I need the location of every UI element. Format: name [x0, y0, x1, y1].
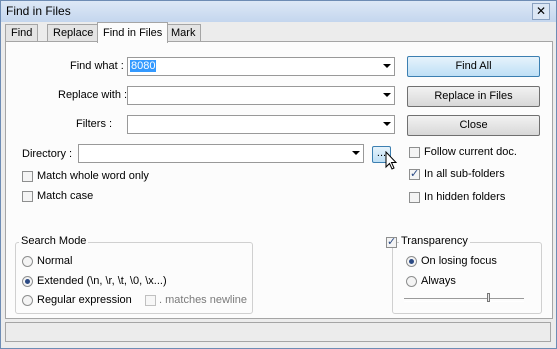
always-radio[interactable] — [406, 276, 417, 287]
transparency-slider-thumb[interactable] — [487, 293, 490, 302]
tab-find-in-files[interactable]: Find in Files — [97, 22, 169, 43]
directory-combo[interactable] — [78, 144, 364, 163]
tab-mark[interactable]: Mark — [165, 24, 202, 41]
mouse-cursor-icon — [385, 151, 398, 170]
find-what-combo[interactable]: 8080 — [127, 57, 395, 76]
in-hidden-folders-checkbox[interactable] — [409, 192, 420, 203]
transparency-slider[interactable] — [404, 298, 524, 302]
on-losing-focus-radio[interactable] — [406, 256, 417, 267]
tab-find[interactable]: Find — [5, 24, 39, 41]
chevron-down-icon[interactable] — [383, 93, 391, 97]
status-bar — [5, 322, 551, 342]
in-all-subfolders-label[interactable]: In all sub-folders — [424, 168, 505, 180]
in-all-subfolders-checkbox[interactable] — [409, 167, 420, 180]
tab-replace[interactable]: Replace — [47, 24, 100, 41]
find-what-label: Find what : — [70, 60, 124, 72]
matches-newline-label[interactable]: . matches newline — [159, 294, 247, 306]
directory-label: Directory : — [22, 148, 73, 160]
find-what-value: 8080 — [130, 60, 157, 72]
follow-current-doc-label[interactable]: Follow current doc. — [424, 146, 517, 158]
in-hidden-folders-label[interactable]: In hidden folders — [424, 191, 505, 203]
regex-label[interactable]: Regular expression — [37, 294, 132, 306]
window-title: Find in Files — [6, 4, 71, 18]
match-whole-word-label[interactable]: Match whole word only — [37, 170, 149, 182]
matches-newline-checkbox[interactable] — [145, 295, 156, 306]
search-mode-title: Search Mode — [19, 235, 89, 247]
transparency-title[interactable]: Transparency — [399, 235, 470, 247]
transparency-checkbox[interactable] — [386, 235, 397, 248]
always-label[interactable]: Always — [421, 275, 456, 287]
extended-radio[interactable] — [22, 276, 33, 287]
chevron-down-icon[interactable] — [352, 151, 360, 155]
filters-combo[interactable] — [127, 115, 395, 134]
regex-radio[interactable] — [22, 295, 33, 306]
title-bar[interactable]: Find in Files ✕ — [1, 1, 556, 22]
match-whole-word-checkbox[interactable] — [22, 171, 33, 182]
filters-label: Filters : — [76, 118, 113, 130]
follow-current-doc-checkbox[interactable] — [409, 147, 420, 158]
find-all-button[interactable]: Find All — [407, 56, 540, 77]
normal-label[interactable]: Normal — [37, 255, 72, 267]
on-losing-focus-label[interactable]: On losing focus — [421, 255, 497, 267]
extended-label[interactable]: Extended (\n, \r, \t, \0, \x...) — [37, 275, 167, 287]
close-button[interactable]: Close — [407, 115, 540, 136]
chevron-down-icon[interactable] — [383, 64, 391, 68]
find-in-files-dialog: Find in Files ✕ Find Replace Find in Fil… — [0, 0, 557, 349]
match-case-checkbox[interactable] — [22, 191, 33, 202]
match-case-label[interactable]: Match case — [37, 190, 93, 202]
close-window-button[interactable]: ✕ — [532, 3, 550, 20]
normal-radio[interactable] — [22, 256, 33, 267]
chevron-down-icon[interactable] — [383, 122, 391, 126]
replace-with-label: Replace with : — [58, 89, 128, 101]
replace-with-combo[interactable] — [127, 86, 395, 105]
replace-in-files-button[interactable]: Replace in Files — [407, 86, 540, 107]
